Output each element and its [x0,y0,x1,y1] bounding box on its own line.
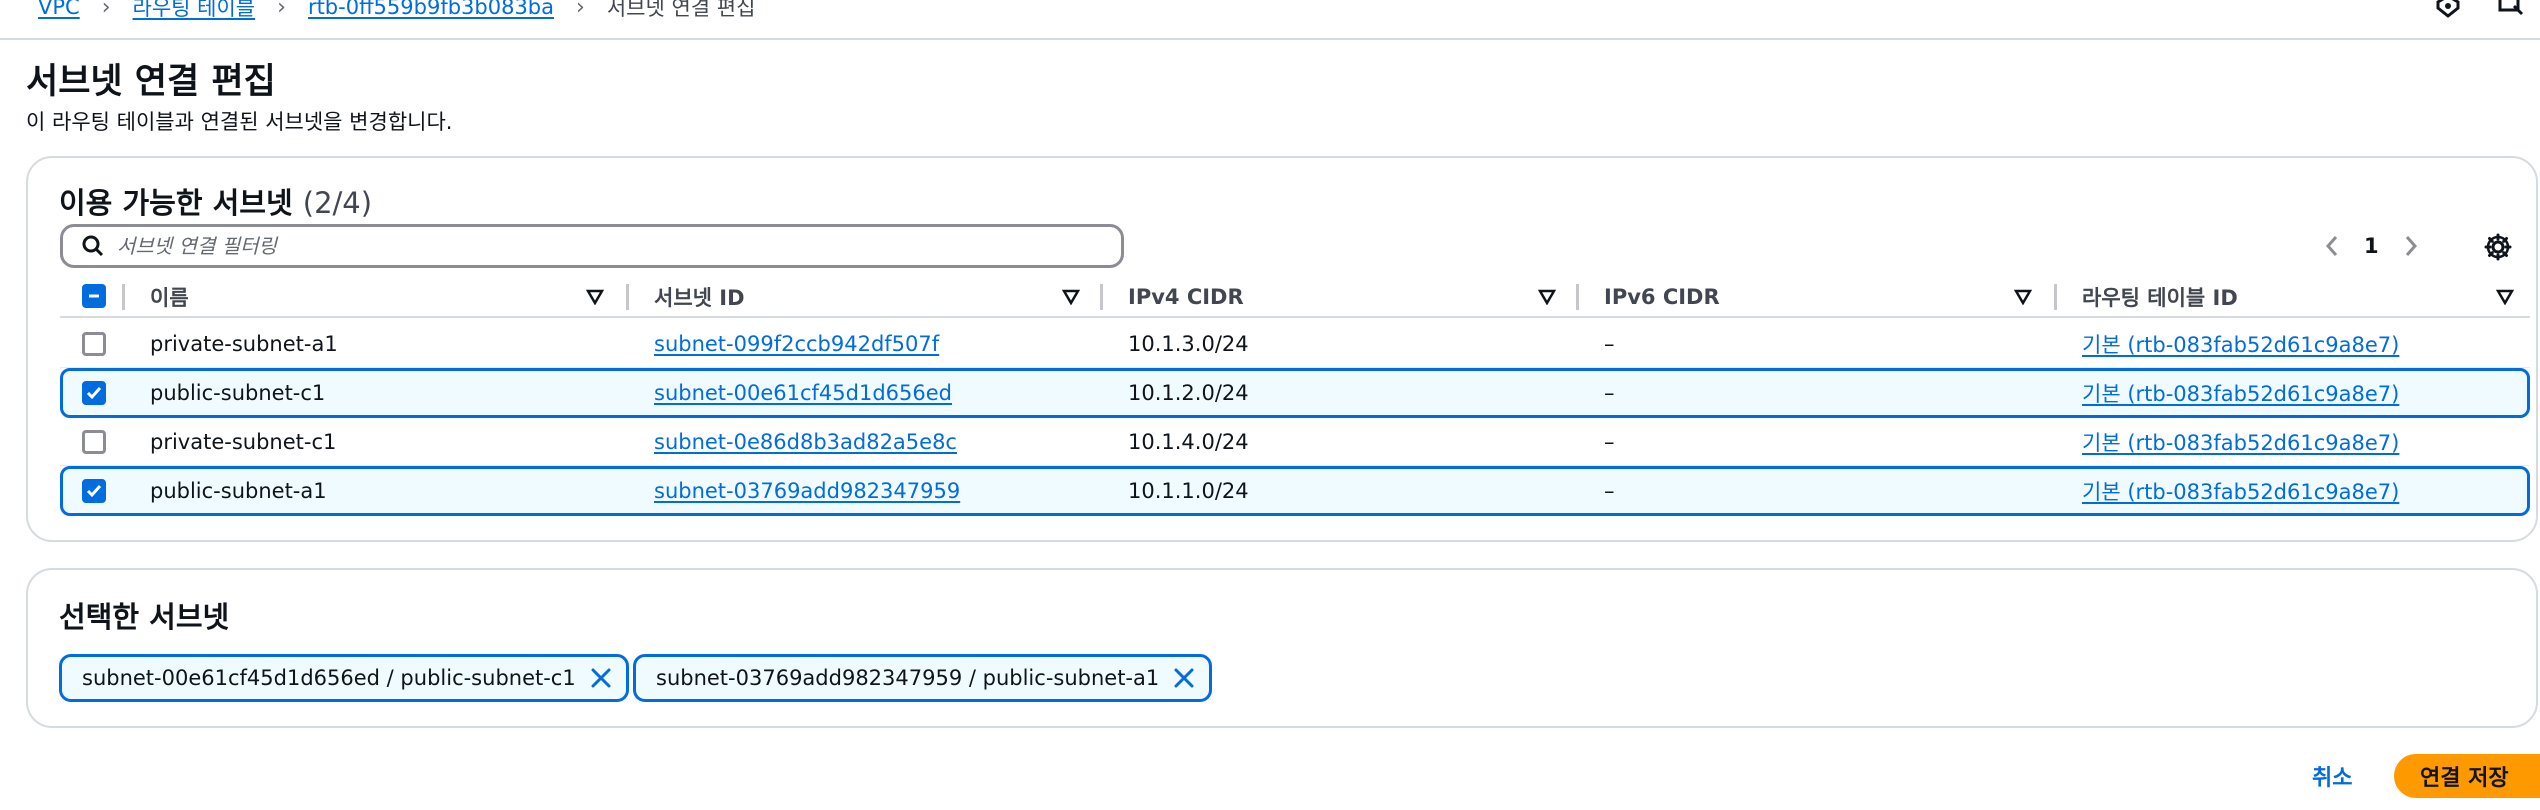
token-label: subnet-00e61cf45d1d656ed / public-subnet… [82,666,576,690]
ipv4-cidr: 10.1.3.0/24 [1128,331,1249,356]
ipv6-cidr: – [1604,381,1615,405]
breadcrumb-vpc[interactable]: VPC [38,0,80,19]
sort-icon[interactable] [1538,289,1556,305]
page-title: 서브넷 연결 편집 [26,62,276,102]
available-subnets-heading: 이용 가능한 서브넷 (2/4) [59,180,372,222]
subnet-id-link[interactable]: subnet-099f2ccb942df507f [654,320,939,367]
subnet-name: public-subnet-c1 [150,381,326,405]
chevron-right-icon[interactable] [2397,228,2425,264]
column-divider[interactable] [2054,284,2057,310]
ipv4-cidr: 10.1.1.0/24 [1128,479,1249,503]
breadcrumb-route-tables[interactable]: 라우팅 테이블 [133,0,256,22]
filter-text-field[interactable] [117,234,1017,258]
close-icon[interactable] [1173,667,1195,689]
column-header-route-table-id[interactable]: 라우팅 테이블 ID [2082,276,2238,318]
available-subnets-panel: 이용 가능한 서브넷 (2/4) 1 이름 서브넷 ID IPv4 CIDR I… [26,156,2538,542]
available-subnets-title: 이용 가능한 서브넷 [59,186,293,220]
breadcrumb-chevron-icon: › [576,0,585,20]
ipv4-cidr: 10.1.4.0/24 [1128,429,1249,454]
token-label: subnet-03769add982347959 / public-subnet… [656,666,1160,690]
column-header-ipv4[interactable]: IPv4 CIDR [1128,276,1244,318]
route-table-link[interactable]: 기본 (rtb-083fab52d61c9a8e7) [2082,418,2399,465]
breadcrumb-chevron-icon: › [101,0,111,20]
subnet-name: private-subnet-c1 [150,429,337,454]
check-icon [86,387,102,400]
shield-icon[interactable] [2434,0,2462,20]
selected-subnet-token: subnet-00e61cf45d1d656ed / public-subnet… [59,654,629,702]
column-divider[interactable] [1100,284,1103,310]
ipv6-cidr: – [1604,479,1615,503]
route-table-link[interactable]: 기본 (rtb-083fab52d61c9a8e7) [2082,371,2399,415]
table-row[interactable]: public-subnet-c1 subnet-00e61cf45d1d656e… [60,368,2530,418]
row-checkbox[interactable] [82,429,106,454]
route-table-link[interactable]: 기본 (rtb-083fab52d61c9a8e7) [2082,469,2399,513]
screen-share-icon[interactable] [2496,0,2524,20]
subnet-name: public-subnet-a1 [150,479,327,503]
search-icon [82,235,104,257]
check-icon [86,485,102,498]
table-row[interactable]: private-subnet-a1 subnet-099f2ccb942df50… [60,320,2530,368]
route-table-link[interactable]: 기본 (rtb-083fab52d61c9a8e7) [2082,320,2399,367]
sort-icon[interactable] [2496,289,2514,305]
table-row[interactable]: private-subnet-c1 subnet-0e86d8b3ad82a5e… [60,418,2530,466]
sort-icon[interactable] [2014,289,2032,305]
select-all-checkbox[interactable] [82,284,106,308]
row-checkbox[interactable] [82,479,106,503]
close-icon[interactable] [590,667,612,689]
ipv6-cidr: – [1604,331,1615,356]
selected-subnet-token: subnet-03769add982347959 / public-subnet… [633,654,1213,702]
column-header-name[interactable]: 이름 [150,276,189,318]
pagination: 1 [2318,228,2425,264]
save-associations-button[interactable]: 연결 저장 [2394,754,2540,798]
column-divider[interactable] [1576,284,1579,310]
ipv4-cidr: 10.1.2.0/24 [1128,381,1249,405]
selection-count: (2/4) [302,186,373,220]
page-description: 이 라우팅 테이블과 연결된 서브넷을 변경합니다. [26,110,453,134]
sort-icon[interactable] [586,289,604,305]
column-header-ipv6[interactable]: IPv6 CIDR [1604,276,1720,318]
column-header-subnet-id[interactable]: 서브넷 ID [654,276,745,318]
cancel-button[interactable]: 취소 [2312,760,2352,792]
breadcrumb: VPC › 라우팅 테이블 › rtb-0ff559b9fb3b083ba › … [38,0,755,22]
table-header: 이름 서브넷 ID IPv4 CIDR IPv6 CIDR 라우팅 테이블 ID [60,276,2530,318]
selected-subnets-title: 선택한 서브넷 [59,600,230,634]
breadcrumb-current: 서브넷 연결 편집 [606,0,756,20]
chevron-left-icon[interactable] [2318,228,2346,264]
indeterminate-icon [89,294,99,298]
settings-gear-icon[interactable] [2483,232,2513,266]
ipv6-cidr: – [1604,429,1615,454]
subnet-id-link[interactable]: subnet-03769add982347959 [654,469,960,513]
selected-subnets-panel: 선택한 서브넷 subnet-00e61cf45d1d656ed / publi… [26,568,2538,728]
breadcrumb-chevron-icon: › [277,0,286,20]
subnet-name: private-subnet-a1 [150,331,338,356]
row-checkbox[interactable] [82,331,106,356]
subnet-id-link[interactable]: subnet-0e86d8b3ad82a5e8c [654,418,957,465]
breadcrumb-route-table-id[interactable]: rtb-0ff559b9fb3b083ba [308,0,554,19]
page-number[interactable]: 1 [2364,234,2379,258]
column-divider[interactable] [122,284,125,310]
column-divider[interactable] [626,284,629,310]
subnet-filter-input[interactable] [60,224,1124,268]
sort-icon[interactable] [1062,289,1080,305]
subnet-id-link[interactable]: subnet-00e61cf45d1d656ed [654,371,952,415]
row-checkbox[interactable] [82,381,106,405]
top-bar: VPC › 라우팅 테이블 › rtb-0ff559b9fb3b083ba › … [0,0,2540,40]
table-row[interactable]: public-subnet-a1 subnet-03769add98234795… [60,466,2530,516]
